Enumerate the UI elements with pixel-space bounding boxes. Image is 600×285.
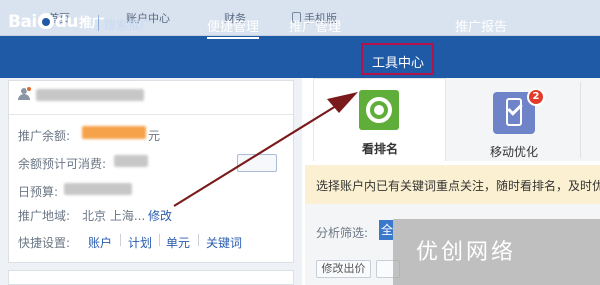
arrow-shaft [173,105,337,207]
annotation-arrow [173,92,358,207]
